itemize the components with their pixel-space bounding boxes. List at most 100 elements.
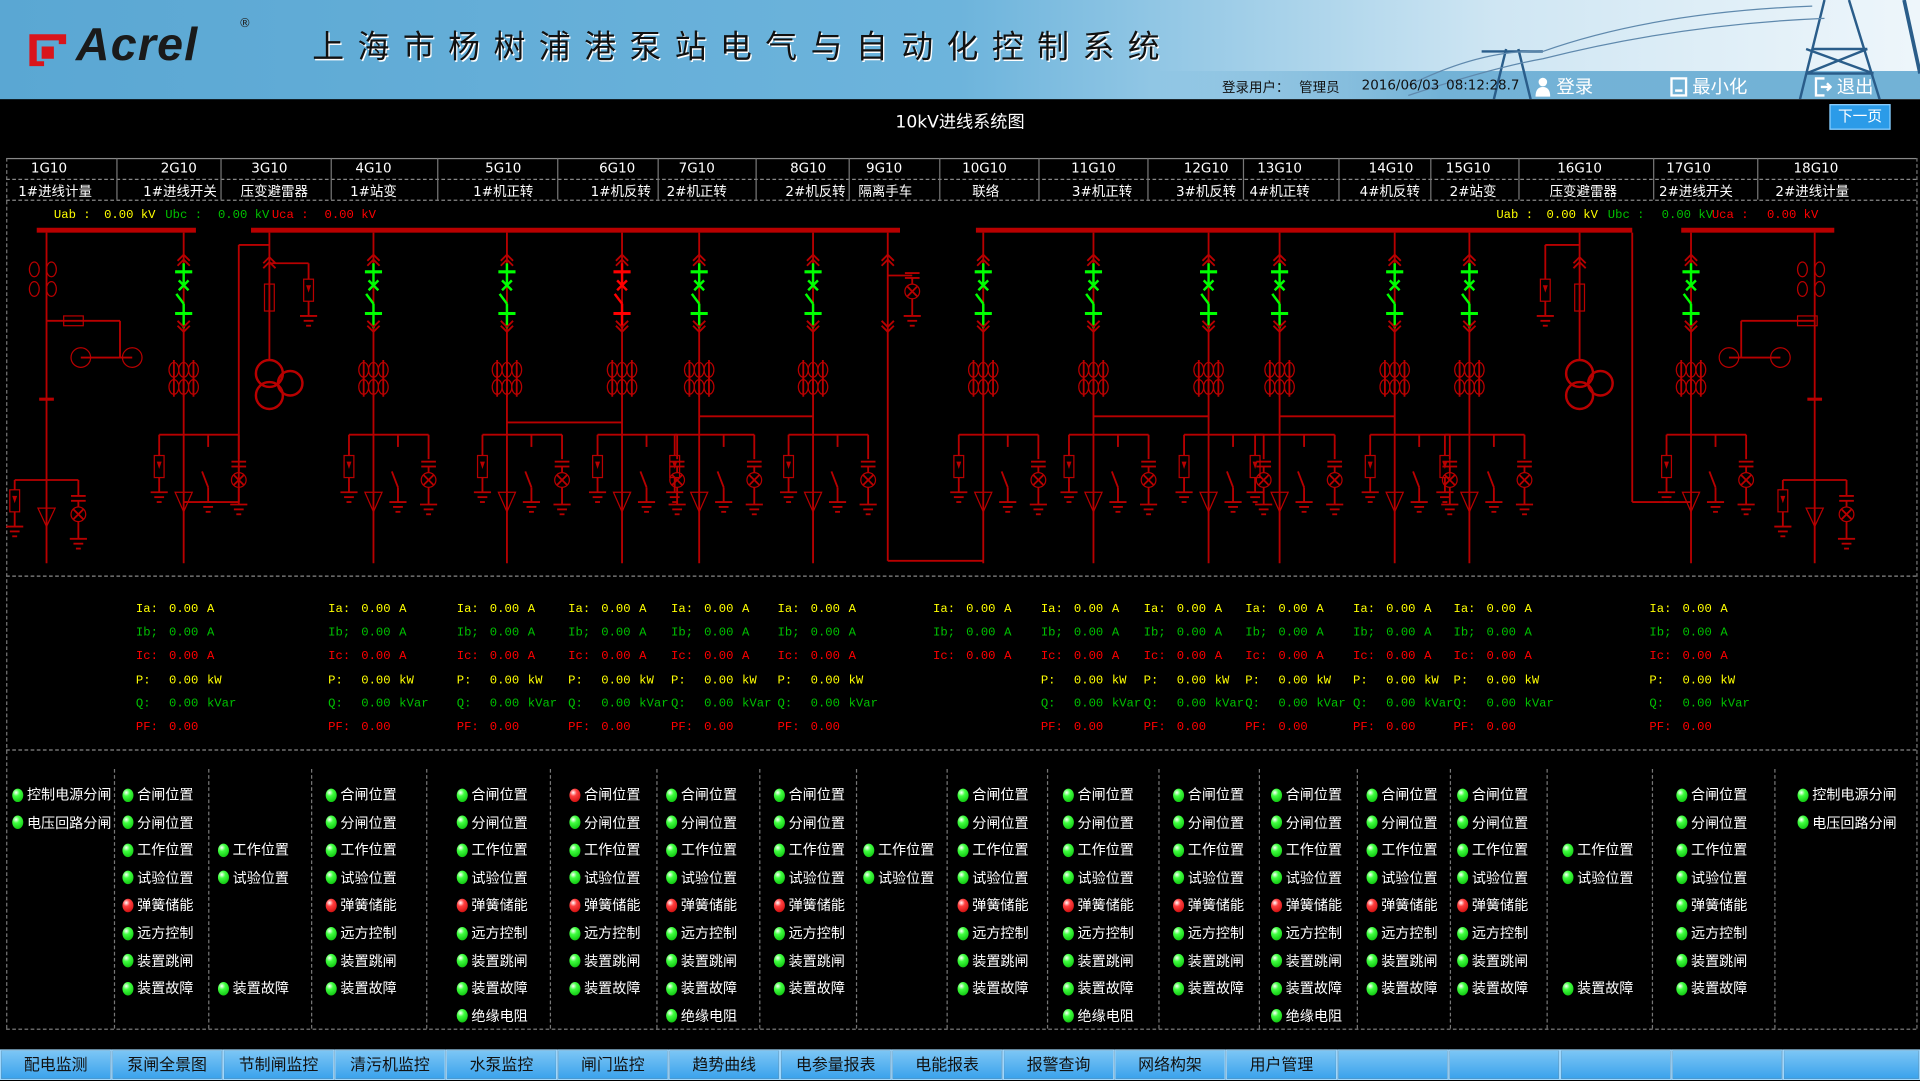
status-label: 远方控制 (340, 924, 397, 942)
status-label: 远方控制 (1381, 924, 1438, 942)
status-led-icon (217, 981, 229, 996)
measure-value: 0.00 (966, 650, 996, 665)
status-label: 远方控制 (1187, 924, 1245, 942)
measure-label: Ic: (933, 650, 956, 665)
measure-value: 0.00 (704, 627, 734, 641)
measure-unit: A (527, 603, 536, 618)
nav-button[interactable]: 用户管理 (1225, 1049, 1338, 1081)
ct-icon (1796, 281, 1808, 297)
nav-button[interactable]: 网络构架 (1114, 1049, 1226, 1081)
status-led-icon (1271, 787, 1283, 802)
measure-value: 0.00 (361, 650, 391, 665)
status-label: 工作位置 (1577, 841, 1634, 859)
status-label: 控制电源分闸 (26, 786, 112, 804)
measure-unit: A (848, 627, 856, 641)
status-label: 分闸位置 (1077, 813, 1134, 831)
nav-button[interactable]: 泵闸全景图 (111, 1049, 223, 1081)
status-led-icon (325, 815, 337, 830)
status-indicator: 分闸位置 (1457, 813, 1528, 833)
status-label: 装置跳闸 (1471, 952, 1529, 970)
status-led-icon (325, 843, 337, 857)
measure-value: 0.00 (1682, 650, 1712, 665)
status-led-icon (1173, 870, 1185, 885)
measure-value: 0.00 (810, 603, 841, 618)
nav-button[interactable] (1560, 1049, 1672, 1081)
status-indicator: 工作位置 (863, 840, 934, 860)
status-label: 工作位置 (137, 841, 194, 859)
measure-value: 0.00 (1278, 650, 1308, 665)
measure-label: P: (1245, 674, 1261, 688)
status-led-icon (456, 815, 468, 830)
status-indicator: 工作位置 (217, 840, 289, 860)
status-indicator: 分闸位置 (1271, 813, 1342, 833)
nav-button[interactable]: 节制闸监控 (222, 1049, 335, 1081)
status-led-icon (957, 898, 969, 913)
status-indicator: 弹簧储能 (773, 896, 845, 916)
status-led-icon (122, 843, 134, 857)
status-label: 合闸位置 (584, 786, 641, 804)
status-indicator: 分闸位置 (1173, 813, 1244, 833)
status-led-icon (666, 926, 678, 940)
status-label: 电压回路分闸 (1812, 813, 1897, 831)
status-label: 装置故障 (1471, 979, 1529, 997)
status-led-icon (1457, 870, 1469, 885)
status-indicator: 合闸位置 (456, 785, 528, 805)
earthing-switch-icon (524, 471, 533, 488)
status-label: 远方控制 (584, 924, 641, 942)
measure-value: 0.00 (1486, 603, 1516, 618)
measure-value: 0.00 (168, 603, 199, 618)
nav-button[interactable]: 电参量报表 (780, 1049, 892, 1081)
measure-label: PF: (1143, 721, 1166, 735)
status-led-icon (1676, 843, 1688, 857)
status-indicator: 试验位置 (456, 868, 528, 888)
measure-label: Ib; (1143, 627, 1166, 641)
status-label: 分闸位置 (788, 813, 845, 831)
nav-button[interactable]: 报警查询 (1002, 1049, 1115, 1081)
status-column-divider (1546, 768, 1548, 1029)
measure-unit: kVar (1316, 697, 1346, 712)
nav-button[interactable] (1782, 1049, 1920, 1081)
status-indicator: 远方控制 (773, 923, 845, 943)
status-label: 装置故障 (471, 979, 528, 997)
nav-button[interactable]: 闸门监控 (557, 1049, 669, 1081)
status-indicator: 电压回路分闸 (12, 813, 111, 833)
status-led-icon (1271, 953, 1283, 968)
nav-button[interactable]: 水泵监控 (445, 1049, 558, 1081)
status-label: 装置跳闸 (1285, 952, 1343, 970)
measure-unit: A (1316, 650, 1324, 665)
status-indicator: 工作位置 (773, 840, 845, 860)
measure-label: PF: (456, 721, 479, 735)
measure-value: 0.00 (1278, 721, 1308, 735)
status-led-icon (1797, 815, 1809, 830)
measure-label: Ic: (1245, 650, 1268, 665)
status-label: 试验位置 (1577, 869, 1634, 887)
measure-value: 0.00 (168, 674, 199, 688)
measure-unit: kW (1524, 674, 1540, 688)
nav-button[interactable] (1337, 1049, 1449, 1081)
measure-value: 0.00 (1176, 697, 1207, 712)
status-label: 合闸位置 (1285, 786, 1343, 804)
measure-value: 0.00 (1486, 674, 1516, 688)
measure-value: 0.00 (704, 650, 734, 665)
status-indicator: 试验位置 (1271, 868, 1342, 888)
measure-unit: kW (1111, 674, 1127, 688)
nav-button[interactable]: 配电监测 (0, 1049, 112, 1081)
measure-value: 0.00 (810, 697, 841, 712)
status-indicator: 工作位置 (456, 840, 528, 860)
nav-button[interactable] (1448, 1049, 1561, 1081)
status-led-icon (1366, 953, 1378, 968)
measure-value: 0.00 (810, 721, 841, 735)
nav-button[interactable]: 电能报表 (891, 1049, 1003, 1081)
measure-unit: kVar (742, 697, 772, 712)
nav-button[interactable]: 清污机监控 (334, 1049, 446, 1081)
status-indicator: 控制电源分闸 (12, 785, 111, 805)
measure-unit: A (1524, 650, 1532, 665)
status-label: 远方控制 (788, 924, 845, 942)
nav-button[interactable]: 趋势曲线 (668, 1049, 781, 1081)
nav-button[interactable] (1671, 1049, 1783, 1081)
status-led-icon (957, 981, 969, 996)
earthing-switch-icon (1110, 471, 1119, 488)
status-column-divider (426, 768, 428, 1029)
status-led-icon (863, 870, 875, 885)
busbar (36, 227, 196, 233)
